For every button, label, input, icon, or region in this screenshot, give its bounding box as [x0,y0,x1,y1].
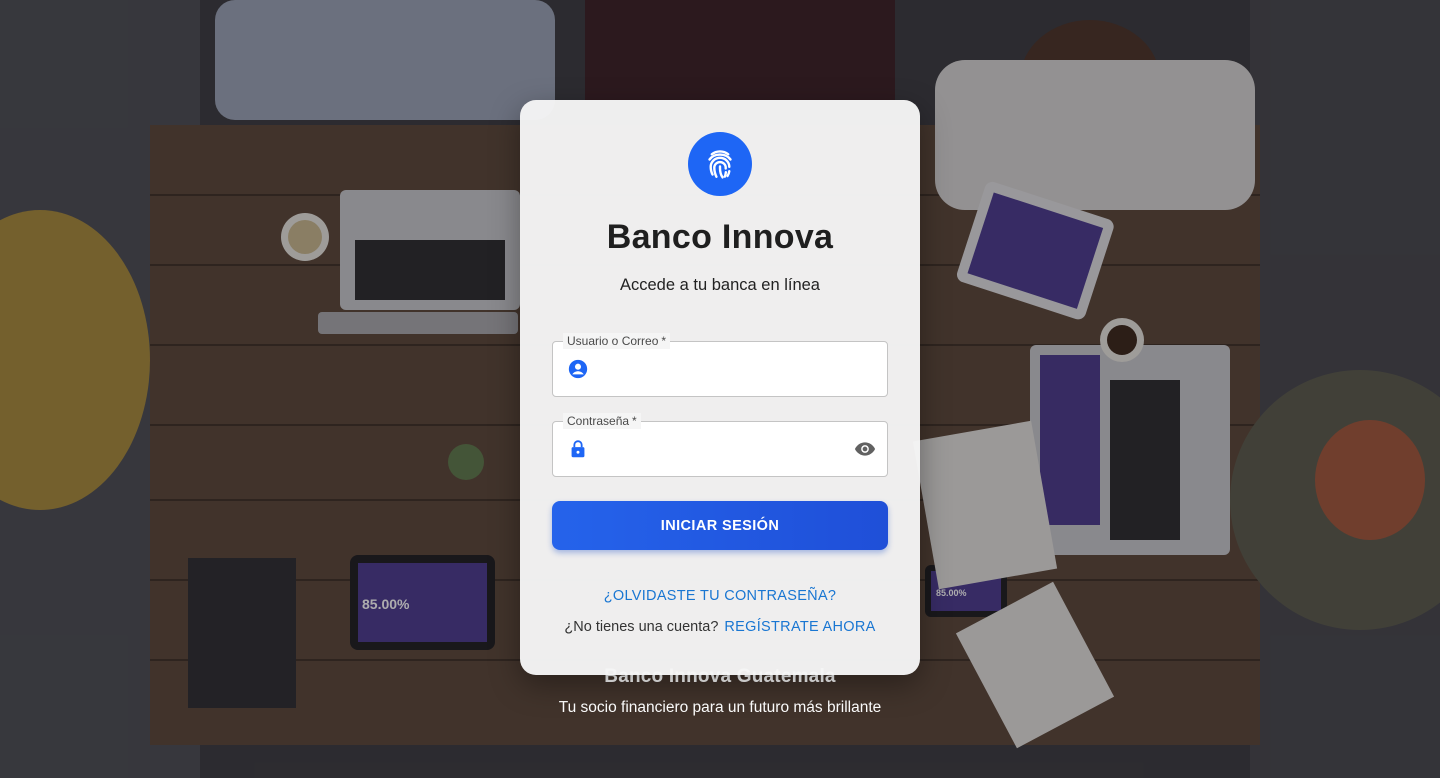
forgot-password-link[interactable]: ¿OLVIDASTE TU CONTRASEÑA? [520,588,920,604]
login-subtitle: Accede a tu banca en línea [620,276,820,294]
lock-icon [571,440,585,458]
fingerprint-icon [688,132,752,196]
footer-tagline: Tu socio financiero para un futuro más b… [558,699,882,716]
bank-title: Banco Innova [606,218,834,256]
register-link[interactable]: REGÍSTRATE AHORA [724,619,875,635]
password-label: Contraseña * [563,413,641,429]
username-field[interactable]: Usuario o Correo * [552,333,888,397]
register-row: ¿No tienes una cuenta? REGÍSTRATE AHORA [520,619,920,635]
login-button[interactable]: INICIAR SESIÓN [552,501,888,550]
username-label: Usuario o Correo * [563,333,671,349]
password-field[interactable]: Contraseña * [552,413,888,477]
password-input[interactable] [599,430,853,470]
eye-icon[interactable] [853,438,877,460]
account-circle-icon [568,359,588,379]
login-card: Banco Innova Accede a tu banca en línea … [520,100,920,675]
username-input[interactable] [599,350,853,390]
no-account-text: ¿No tienes una cuenta? [564,619,719,635]
